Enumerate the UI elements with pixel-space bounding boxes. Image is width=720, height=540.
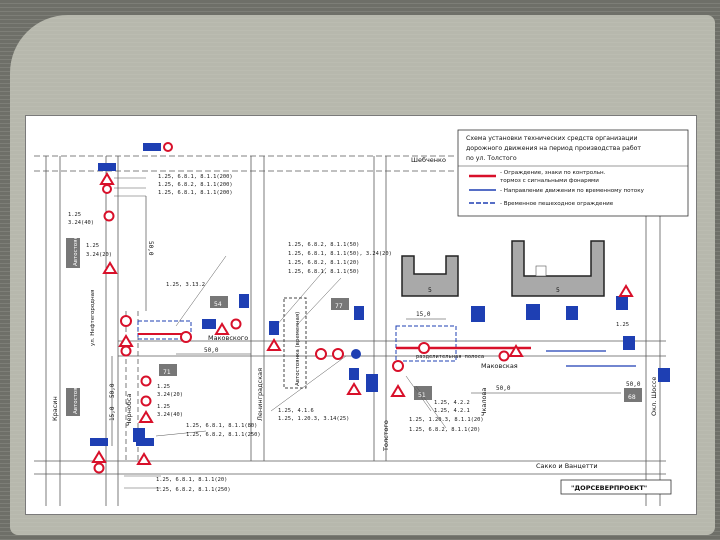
dim-50-h2: 50,0 <box>496 385 511 392</box>
dimension-texts: 50,0 50,0 50,0 50,0 15,0 15,0 50,0 <box>109 241 641 421</box>
street-krasin: Красин <box>51 396 59 421</box>
street-shevchenko: Шебченко <box>411 156 446 164</box>
legend-item-1: - Ограждение, знаки по контрольн. <box>500 170 606 176</box>
note-19: 1.25, 1.20.3, 8.1.1(20) <box>409 417 484 423</box>
label-vertical-street: ул. Нефтегородная <box>90 290 96 346</box>
traffic-scheme-plan: Схема установки технических средств орга… <box>25 115 697 515</box>
sign-blue-1 <box>143 143 161 151</box>
note-12: 3.24(20) <box>86 252 112 258</box>
scheme-drawing: Схема установки технических средств орга… <box>34 129 689 506</box>
note-24: 3.24(20) <box>157 392 183 398</box>
note-4: 1.25, 3.13.2 <box>166 282 205 288</box>
note-20: 1.25, 6.8.2, 8.1.1(20) <box>409 427 480 433</box>
note-7: 1.25, 6.8.2, 8.1.1(20) <box>288 260 359 266</box>
legend-title-3: по ул. Толстого <box>466 155 517 162</box>
note-9: 1.25 <box>68 212 81 218</box>
legend-item-4: - Временное пешеходное ограждение <box>500 201 614 207</box>
bnum-77: 77 <box>335 303 343 310</box>
note-29: 1.25 <box>616 322 629 328</box>
bnum-5b: 5 <box>556 287 560 294</box>
label-parking-top: Автостоянка <box>73 229 79 266</box>
street-leningradskaya: Ленинградская <box>256 368 264 421</box>
note-25: 1.25 <box>157 404 170 410</box>
dim-50-v1: 50,0 <box>147 241 154 256</box>
street-right-vertical: Окл. Шоссе <box>650 377 658 416</box>
note-13: 1.25, 6.8.1, 8.1.1(20) <box>156 477 227 483</box>
bnum-54: 54 <box>214 301 222 308</box>
dim-50-h1: 50,0 <box>204 347 219 354</box>
company-stamp: "ДОРСЕВЕРПРОЕКТ" <box>571 484 647 492</box>
street-makovskogo: Маковского <box>208 334 248 342</box>
note-17: 1.25, 4.2.2 <box>434 400 470 406</box>
note-2: 1.25, 6.8.2, 8.1.1(200) <box>158 182 233 188</box>
bnum-5a: 5 <box>428 287 432 294</box>
bnum-71: 71 <box>163 369 171 376</box>
street-tolstogo: Толстого <box>382 420 390 452</box>
note-10: 3.24(40) <box>68 220 94 226</box>
note-23: 1.25 <box>157 384 170 390</box>
street-chkalova: Чкалова <box>480 388 488 416</box>
street-makovskaya: Маковская <box>481 362 518 370</box>
note-26: 3.24(40) <box>157 412 183 418</box>
dim-50-right: 50,0 <box>626 381 641 388</box>
bnum-51: 51 <box>418 392 426 399</box>
building-numbers: 54 77 71 51 68 5 5 <box>163 287 636 401</box>
legend-title-1: Схема установки технических средств орга… <box>466 135 637 142</box>
note-15: 1.25, 4.1.6 <box>278 408 314 414</box>
street-sakko: Сакко и Ванцетти <box>536 462 598 470</box>
note-1: 1.25, 6.8.1, 8.1.1(200) <box>158 174 233 180</box>
note-21: 1.25, 6.8.1, 8.1.1(80) <box>186 423 257 429</box>
bnum-68: 68 <box>628 394 636 401</box>
note-18: 1.25, 4.2.1 <box>434 408 470 414</box>
note-5: 1.25, 6.8.2, 8.1.1(50) <box>288 242 359 248</box>
legend-item-3: - Направление движения по временному пот… <box>500 188 645 194</box>
note-3: 1.25, 6.8.1, 8.1.1(200) <box>158 190 233 196</box>
label-parking-low: Автостоянка <box>73 377 79 414</box>
street-chernovsa: Чернобса <box>125 394 133 426</box>
note-27: разделительная полоса <box>416 354 484 360</box>
dim-15-b: 15,0 <box>109 406 116 421</box>
note-8: 1.25, 6.8.1, 8.1.1(50) <box>288 269 359 275</box>
note-14: 1.25, 6.8.2, 8.1.1(250) <box>156 487 231 493</box>
dim-15: 15,0 <box>416 311 431 318</box>
label-parking-center: Автостоянка (временная) <box>295 312 301 386</box>
note-11: 1.25 <box>86 243 99 249</box>
note-22: 1.25, 6.8.2, 8.1.1(250) <box>186 432 261 438</box>
legend-title-2: дорожного движения на период производств… <box>466 144 641 152</box>
dim-50-v2: 50,0 <box>109 383 116 398</box>
note-16: 1.25, 1.20.3, 3.14(25) <box>278 416 349 422</box>
note-6: 1.25, 6.8.1, 8.1.1(50), 3.24(20) <box>288 251 392 257</box>
legend-item-2: тормоз с сигнальными фонарями <box>500 178 599 184</box>
